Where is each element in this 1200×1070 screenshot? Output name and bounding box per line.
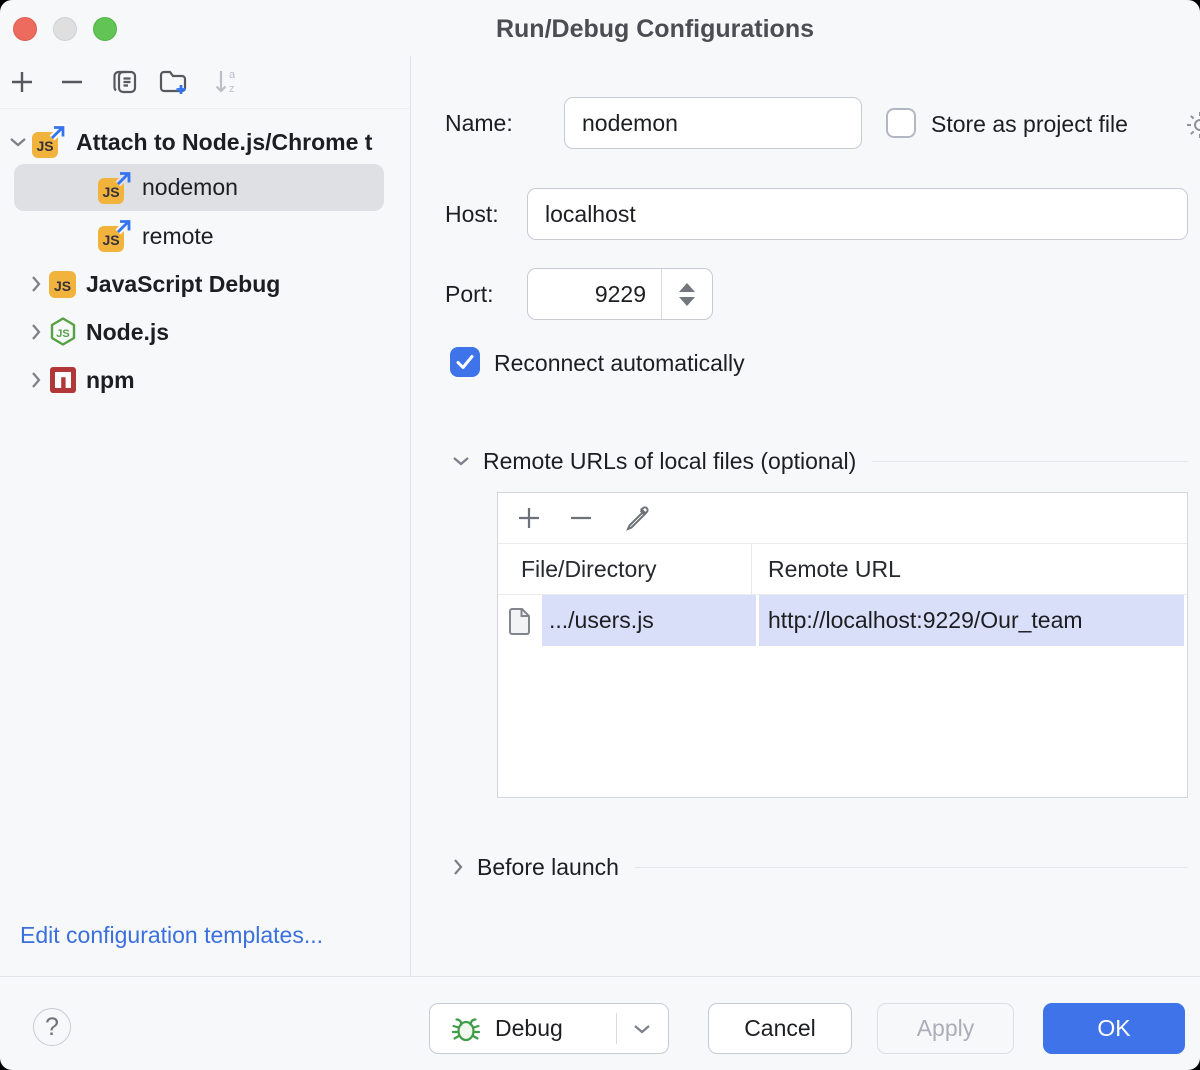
pencil-icon bbox=[623, 504, 651, 532]
add-configuration-button[interactable] bbox=[3, 64, 41, 100]
name-input[interactable]: nodemon bbox=[564, 97, 862, 149]
store-as-project-file-checkbox[interactable] bbox=[886, 108, 916, 138]
svg-text:JS: JS bbox=[56, 328, 69, 340]
checkmark-icon bbox=[454, 351, 476, 373]
tree-item-javascript-debug[interactable]: JS JavaScript Debug bbox=[0, 260, 410, 308]
before-launch-section-title: Before launch bbox=[477, 854, 619, 881]
section-separator-line bbox=[635, 867, 1188, 868]
remove-configuration-button[interactable] bbox=[53, 64, 91, 100]
chevron-down-icon bbox=[6, 136, 30, 148]
js-icon: JS bbox=[48, 266, 78, 302]
table-add-button[interactable] bbox=[508, 497, 550, 539]
apply-button: Apply bbox=[877, 1003, 1014, 1054]
debug-button[interactable]: Debug bbox=[429, 1003, 669, 1054]
chevron-right-icon bbox=[452, 858, 464, 876]
remote-urls-section-header[interactable]: Remote URLs of local files (optional) bbox=[452, 447, 1188, 475]
tree-item-remote[interactable]: JS remote bbox=[0, 212, 410, 260]
store-settings-gear-icon[interactable] bbox=[1184, 109, 1200, 141]
reconnect-automatically-label: Reconnect automatically bbox=[494, 347, 745, 377]
run-debug-configurations-dialog: Run/Debug Configurations bbox=[0, 0, 1200, 1070]
table-edit-button[interactable] bbox=[616, 497, 658, 539]
chevron-right-icon bbox=[24, 371, 48, 389]
svg-text:z: z bbox=[229, 83, 235, 95]
cell-remote-url: http://localhost:9229/Our_team bbox=[759, 595, 1184, 646]
chevron-down-icon bbox=[452, 455, 470, 467]
dialog-title: Run/Debug Configurations bbox=[0, 0, 1200, 56]
js-run-config-icon: JS bbox=[96, 170, 134, 206]
port-stepper[interactable] bbox=[661, 269, 712, 319]
cell-file-directory: .../users.js bbox=[542, 595, 756, 646]
reconnect-automatically-checkbox[interactable] bbox=[450, 347, 480, 377]
tree-item-label: JavaScript Debug bbox=[86, 271, 280, 298]
host-input[interactable]: localhost bbox=[527, 188, 1188, 240]
port-input[interactable]: 9229 bbox=[527, 268, 713, 320]
table-remove-button[interactable] bbox=[560, 497, 602, 539]
table-header-row: File/Directory Remote URL bbox=[498, 544, 1187, 595]
footer-divider bbox=[0, 976, 1200, 977]
stepper-up-icon[interactable] bbox=[679, 283, 695, 292]
tree-item-label: npm bbox=[86, 367, 135, 394]
nodejs-icon: JS bbox=[48, 314, 78, 350]
file-icon bbox=[498, 595, 542, 646]
new-folder-button[interactable] bbox=[155, 64, 193, 100]
tree-item-label: remote bbox=[142, 223, 214, 250]
stepper-down-icon[interactable] bbox=[679, 297, 695, 306]
name-label: Name: bbox=[445, 97, 513, 149]
minus-icon bbox=[568, 505, 594, 531]
tree-item-label: Node.js bbox=[86, 319, 169, 346]
copy-configuration-button[interactable] bbox=[106, 64, 144, 100]
debug-dropdown-button[interactable] bbox=[616, 1004, 668, 1053]
svg-text:JS: JS bbox=[36, 138, 53, 154]
host-value: localhost bbox=[545, 201, 636, 228]
host-label: Host: bbox=[445, 188, 499, 240]
bug-icon bbox=[450, 1013, 482, 1045]
table-toolbar bbox=[498, 493, 1187, 544]
section-separator-line bbox=[872, 461, 1188, 462]
table-row[interactable]: .../users.js http://localhost:9229/Our_t… bbox=[498, 595, 1187, 646]
store-as-project-file-label: Store as project file bbox=[931, 108, 1128, 138]
copy-icon bbox=[111, 68, 139, 96]
tree-item-nodejs[interactable]: JS Node.js bbox=[0, 308, 410, 356]
tree-item-label: Attach to Node.js/Chrome t bbox=[76, 129, 372, 156]
plus-icon bbox=[9, 69, 35, 95]
sort-configurations-button[interactable]: a z bbox=[208, 64, 246, 100]
titlebar: Run/Debug Configurations bbox=[0, 0, 1200, 56]
chevron-right-icon bbox=[24, 323, 48, 341]
npm-icon bbox=[48, 362, 78, 398]
tree-item-nodemon[interactable]: JS nodemon bbox=[14, 164, 384, 211]
cancel-button[interactable]: Cancel bbox=[708, 1003, 852, 1054]
debug-button-label: Debug bbox=[495, 1015, 563, 1042]
svg-text:JS: JS bbox=[102, 184, 119, 200]
remote-urls-section-title: Remote URLs of local files (optional) bbox=[483, 448, 856, 475]
sort-az-icon: a z bbox=[212, 67, 242, 97]
name-value: nodemon bbox=[582, 110, 678, 137]
port-label: Port: bbox=[445, 268, 494, 320]
svg-text:JS: JS bbox=[54, 278, 71, 294]
new-folder-icon bbox=[158, 67, 190, 97]
tree-item-attach-to-node[interactable]: JS Attach to Node.js/Chrome t bbox=[0, 118, 410, 166]
tree-item-npm[interactable]: npm bbox=[0, 356, 410, 404]
column-header-remote-url[interactable]: Remote URL bbox=[751, 544, 1187, 594]
svg-text:JS: JS bbox=[102, 232, 119, 248]
js-run-config-icon: JS bbox=[96, 218, 134, 254]
chevron-right-icon bbox=[24, 275, 48, 293]
remote-urls-table: File/Directory Remote URL .../users.js h… bbox=[497, 492, 1188, 798]
port-value: 9229 bbox=[528, 281, 661, 308]
column-header-file-directory[interactable]: File/Directory bbox=[498, 556, 751, 583]
plus-icon bbox=[516, 505, 542, 531]
minus-icon bbox=[59, 69, 85, 95]
sidebar-toolbar: a z bbox=[0, 56, 410, 109]
help-button[interactable]: ? bbox=[33, 1008, 71, 1046]
ok-button[interactable]: OK bbox=[1043, 1003, 1185, 1054]
js-run-config-icon: JS bbox=[30, 124, 68, 160]
configurations-sidebar: a z JS Attach to Node.js/Chrome t bbox=[0, 56, 411, 976]
edit-configuration-templates-link[interactable]: Edit configuration templates... bbox=[20, 922, 323, 949]
svg-text:a: a bbox=[229, 69, 236, 81]
before-launch-section-header[interactable]: Before launch bbox=[452, 853, 1188, 881]
tree-item-label: nodemon bbox=[142, 174, 238, 201]
